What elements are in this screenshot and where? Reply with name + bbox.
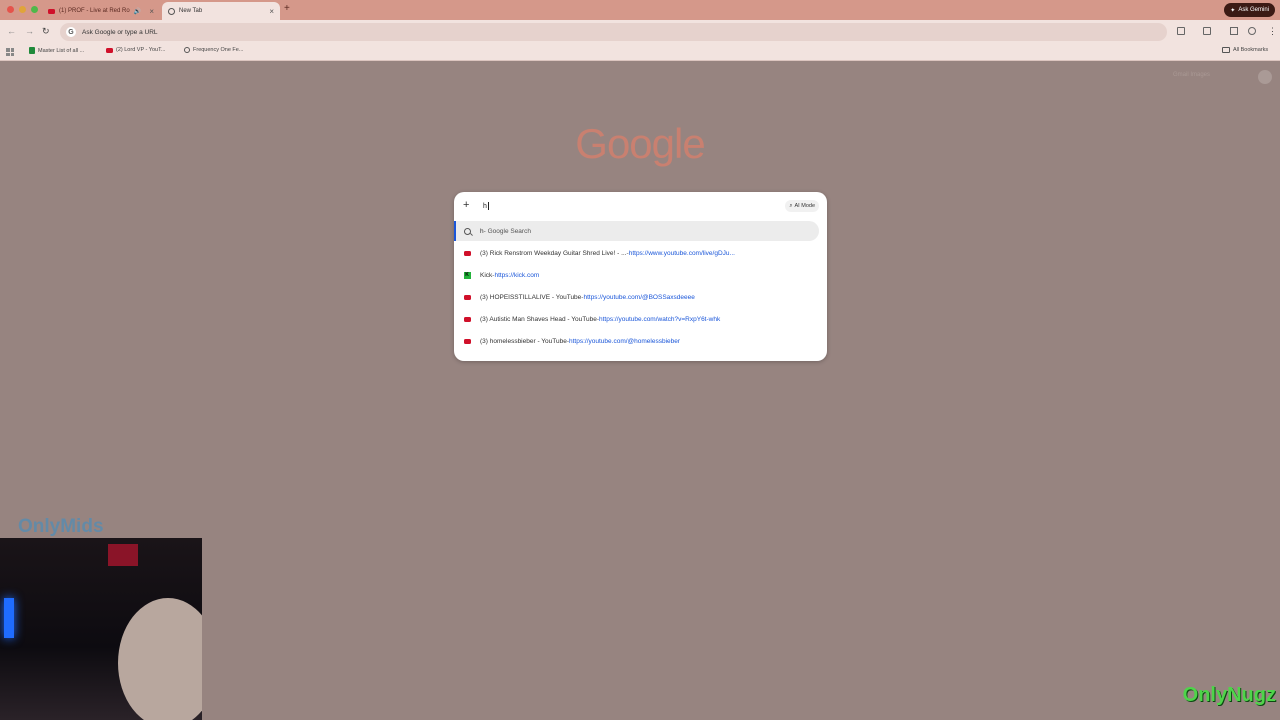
search-icon xyxy=(463,227,471,235)
speaker-icon[interactable]: 🔊 xyxy=(134,8,141,15)
suggestion-title: Kick xyxy=(480,271,493,279)
suggestion-item[interactable]: (3) homelessbieber - YouTube - https://y… xyxy=(454,331,827,351)
suggestion-item[interactable]: (3) Rick Renstrom Weekday Guitar Shred L… xyxy=(454,243,827,263)
ai-mode-icon: ⌕ xyxy=(789,202,793,209)
new-tab-button[interactable]: + xyxy=(284,3,290,14)
address-bar-placeholder: Ask Google or type a URL xyxy=(82,28,158,36)
search-input[interactable]: + h ⌕ AI Mode xyxy=(454,192,827,220)
tab-youtube[interactable]: (1) PROF - Live at Red Ro 🔊 × xyxy=(42,2,160,20)
youtube-icon xyxy=(463,294,471,300)
reload-icon[interactable]: ↻ xyxy=(42,26,50,37)
tab-new-tab[interactable]: New Tab × xyxy=(162,2,280,20)
close-window-icon[interactable] xyxy=(7,6,14,13)
bookmarks-bar: Master List of all ... (2) Lord VP - You… xyxy=(0,44,1280,61)
suggestion-title: (3) homelessbieber - YouTube xyxy=(480,337,567,345)
suggestion-item[interactable]: (3) HOPEISSTILLALIVE - YouTube - https:/… xyxy=(454,287,827,307)
ntp-top-links[interactable]: Gmail Images xyxy=(1173,72,1210,78)
youtube-icon xyxy=(463,338,471,344)
folder-icon xyxy=(1222,47,1230,53)
kick-icon: K xyxy=(463,271,471,279)
avatar[interactable] xyxy=(1258,70,1272,84)
ai-mode-label: AI Mode xyxy=(794,203,815,209)
google-g-icon: G xyxy=(66,27,76,37)
webcam-person xyxy=(118,598,202,720)
reading-list-icon[interactable] xyxy=(1230,27,1238,35)
plus-icon[interactable]: + xyxy=(463,199,469,211)
all-bookmarks-label: All Bookmarks xyxy=(1233,47,1269,53)
suggestion-item[interactable]: K Kick - https://kick.com xyxy=(454,265,827,285)
media-icon[interactable] xyxy=(1203,27,1211,35)
suggestion-url: https://www.youtube.com/live/gDJu... xyxy=(628,249,735,257)
ai-mode-button[interactable]: ⌕ AI Mode xyxy=(785,200,819,212)
right-watermark: OnlyNugz xyxy=(1182,684,1276,706)
suggestion-title: (3) Rick Renstrom Weekday Guitar Shred L… xyxy=(480,249,627,257)
suggestion-url: https://youtube.com/@BOSSaxsdeeee xyxy=(583,293,695,301)
minimize-window-icon[interactable] xyxy=(19,6,26,13)
suggestion-suffix: - Google Search xyxy=(483,227,531,235)
bookmark-label: Frequency One Fe... xyxy=(193,47,244,53)
left-watermark: OnlyMids xyxy=(18,516,104,537)
search-input-value: h xyxy=(483,202,487,210)
youtube-icon xyxy=(106,47,113,53)
webcam-led-strip xyxy=(4,598,14,638)
address-bar[interactable]: G Ask Google or type a URL xyxy=(60,23,1167,41)
ask-gemini-button[interactable]: ✦ Ask Gemini xyxy=(1224,3,1275,17)
webcam-overlay xyxy=(0,538,202,720)
suggestion-url: https://youtube.com/watch?v=RxpY6t-whk xyxy=(599,315,721,323)
suggestion-title: (3) Autistic Man Shaves Head - YouTube xyxy=(480,315,597,323)
close-tab-icon[interactable]: × xyxy=(149,7,154,16)
youtube-icon xyxy=(463,250,471,256)
bookmark-frequency-one[interactable]: Frequency One Fe... xyxy=(184,47,243,53)
suggestion-google-search[interactable]: h - Google Search xyxy=(454,221,819,241)
menu-icon[interactable]: ⋮ xyxy=(1268,26,1277,37)
profile-icon[interactable] xyxy=(1248,27,1256,35)
sparkle-icon: ✦ xyxy=(1230,7,1236,14)
ask-gemini-label: Ask Gemini xyxy=(1238,7,1269,13)
back-icon[interactable]: ← xyxy=(7,26,16,36)
suggestion-title: (3) HOPEISSTILLALIVE - YouTube xyxy=(480,293,582,301)
youtube-icon xyxy=(463,316,471,322)
sheets-icon xyxy=(29,47,35,54)
all-bookmarks-button[interactable]: All Bookmarks xyxy=(1222,47,1268,53)
youtube-icon xyxy=(48,8,55,14)
globe-icon xyxy=(184,47,190,53)
apps-icon[interactable] xyxy=(6,48,14,56)
tab-title: New Tab xyxy=(179,8,203,14)
bookmark-master-list[interactable]: Master List of all ... xyxy=(29,47,84,54)
google-logo: Google xyxy=(575,120,705,167)
suggestion-url: https://kick.com xyxy=(494,271,540,279)
close-tab-icon[interactable]: × xyxy=(269,7,274,16)
tab-title: (1) PROF - Live at Red Ro xyxy=(59,8,130,14)
webcam-light xyxy=(108,544,138,566)
search-suggestions-dropdown: + h ⌕ AI Mode h - Google Search (3) Rick… xyxy=(454,192,827,361)
forward-icon[interactable]: → xyxy=(25,26,34,36)
chrome-icon xyxy=(168,7,175,15)
bookmark-label: Master List of all ... xyxy=(38,47,85,54)
suggestion-item[interactable]: (3) Autistic Man Shaves Head - YouTube -… xyxy=(454,309,827,329)
suggestion-url: https://youtube.com/@homelessbieber xyxy=(569,337,681,345)
maximize-window-icon[interactable] xyxy=(31,6,38,13)
extensions-icon[interactable] xyxy=(1177,27,1185,35)
bookmark-label: (2) Lord VP - YouT... xyxy=(116,47,166,53)
tab-strip: (1) PROF - Live at Red Ro 🔊 × New Tab × … xyxy=(0,0,1280,20)
bookmark-lord-vp[interactable]: (2) Lord VP - YouT... xyxy=(106,47,165,53)
toolbar: ← → ↻ G Ask Google or type a URL ⋮ xyxy=(0,20,1280,44)
